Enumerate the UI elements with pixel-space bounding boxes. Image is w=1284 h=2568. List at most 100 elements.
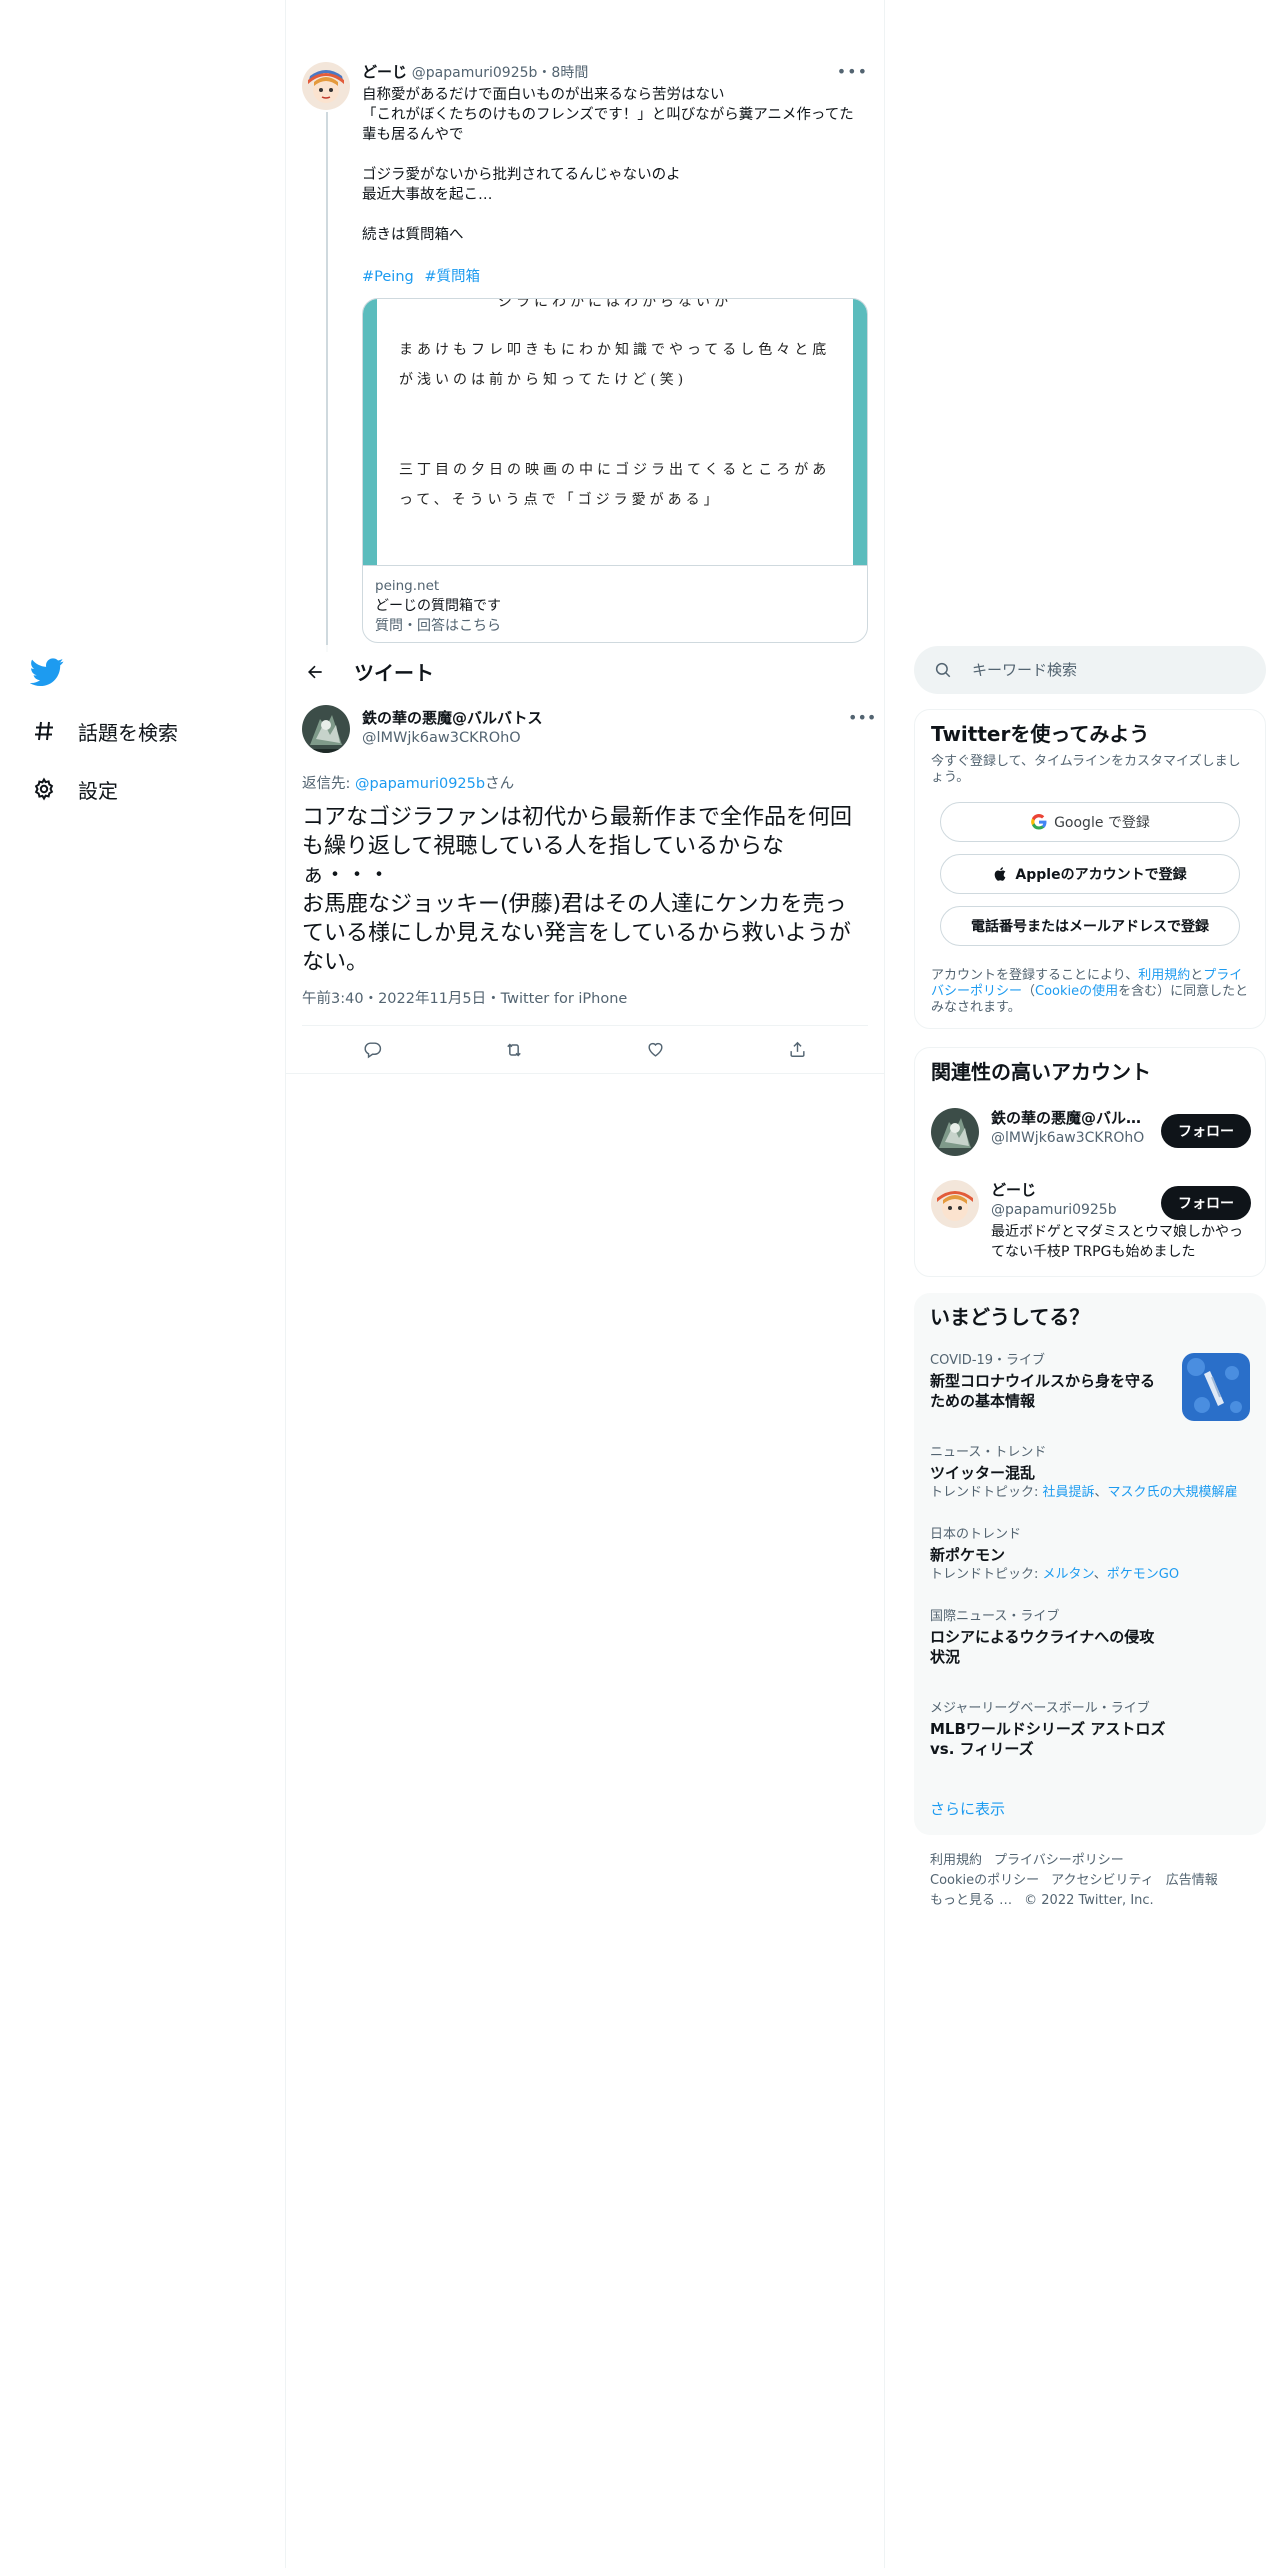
hashtags: #Peing #質問箱 [362,265,868,286]
footer-link[interactable]: Cookieのポリシー [930,1873,1039,1888]
footer-link[interactable]: 利用規約 [930,1853,982,1868]
link-card[interactable]: ジラにわかにはわからないか まあけもフレ叩きもにわか知識でやってるし色々と底が浅… [362,298,868,643]
trends-title: いまどうしてる？ [930,1305,1090,1329]
account-name[interactable]: 鉄の華の悪魔@バルバトス [991,1108,1151,1128]
card-image-paper: ジラにわかにはわからないか まあけもフレ叩きもにわか知識でやってるし色々と底が浅… [377,299,853,565]
footer-link[interactable]: 広告情報 [1166,1873,1218,1888]
more-icon[interactable]: ••• [848,708,876,727]
footer-link[interactable]: アクセシビリティ [1051,1873,1154,1888]
trend-name: 新型コロナウイルスから身を守るための基本情報 [930,1372,1156,1410]
trend-related: トレンドトピック: メルタン、ポケモンGO [930,1567,1180,1582]
follow-button[interactable]: フォロー [1161,1114,1251,1148]
retweet-icon[interactable] [497,1033,531,1067]
account-name[interactable]: どーじ [991,1180,1151,1200]
search-bar[interactable] [914,646,1266,694]
dot-separator: ・ [537,65,552,81]
nav-settings[interactable]: 設定 [30,769,118,809]
trend-related: トレンドトピック: 社員提訴、マスク氏の大規模解雇 [930,1485,1238,1500]
share-icon[interactable] [780,1033,814,1067]
trend-related-link[interactable]: マスク氏の大規模解雇 [1108,1485,1238,1500]
heart-icon[interactable] [639,1033,673,1067]
footer: 利用規約 プライバシーポリシー Cookieのポリシー アクセシビリティ 広告情報 も… [930,1851,1250,1911]
avatar[interactable] [302,62,350,110]
more-icon[interactable]: ••• [837,62,868,82]
nav-explore-label: 話題を検索 [78,720,178,745]
author-handle[interactable]: @lMWjk6aw3CKROhO [362,728,542,748]
trend-image[interactable] [1182,1353,1250,1421]
trend-item[interactable]: COVID-19・ライブ 新型コロナウイルスから身を守るための基本情報 [930,1353,1160,1411]
apple-signup-label: Appleのアカウントで登録 [1015,867,1187,883]
signup-subtitle: 今すぐ登録して、タイムラインをカスタマイズしましょう。 [931,754,1241,785]
trend-name: ツイッター混乱 [930,1464,1036,1482]
reply-icon[interactable] [356,1033,390,1067]
card-meta: peing.net どーじの質問箱です 質問・回答はこちら [363,565,867,642]
legal-text: と [1190,968,1204,983]
signup-panel: Twitterを使ってみよう 今すぐ登録して、タイムラインをカスタマイズしましょ… [914,709,1266,1029]
page-header: ツイート [286,645,884,698]
footer-link[interactable]: プライバシーポリシー [994,1853,1124,1868]
tweet-text: コアなゴジラファンは初代から最新作まで全作品を何回も繰り返して視聴している人を指… [302,805,853,975]
hashtag-link[interactable]: #質問箱 [424,269,480,285]
terms-link[interactable]: 利用規約 [1138,968,1190,983]
author-handle[interactable]: @papamuri0925b [412,65,538,81]
trends-panel: いまどうしてる？ COVID-19・ライブ 新型コロナウイルスから身を守るための… [914,1293,1266,1835]
trend-related-link[interactable]: メルタン [1043,1567,1094,1582]
cookie-link[interactable]: Cookieの使用 [1035,984,1118,999]
account-info: 鉄の華の悪魔@バルバトス @lMWjk6aw3CKROhO [991,1108,1151,1148]
author-name[interactable]: 鉄の華の悪魔@バルバトス [362,708,542,728]
tweet-time[interactable]: 午前3:40 [302,991,364,1007]
footer-link[interactable]: もっと見る … [930,1893,1012,1908]
phone-email-signup-label: 電話番号またはメールアドレスで登録 [971,919,1209,935]
nav-explore[interactable]: 話題を検索 [30,711,178,751]
google-icon [1030,813,1048,831]
tweet-source[interactable]: Twitter for iPhone [501,991,628,1007]
trend-related-link[interactable]: ポケモンGO [1107,1567,1179,1582]
parent-tweet[interactable]: どーじ @papamuri0925b・8時間 ••• 自称愛があるだけで面白いも… [362,62,868,286]
trend-context: COVID-19・ライブ [930,1353,1046,1368]
follow-button[interactable]: フォロー [1161,1186,1251,1220]
tweet-time[interactable]: 8時間 [551,65,588,81]
google-signup-label: Google で登録 [1054,815,1150,831]
trend-item[interactable]: 日本のトレンド 新ポケモン トレンドトピック: メルタン、ポケモンGO [930,1527,1250,1583]
focused-tweet-author[interactable]: 鉄の華の悪魔@バルバトス @lMWjk6aw3CKROhO [362,708,542,748]
account-item[interactable]: 鉄の華の悪魔@バルバトス @lMWjk6aw3CKROhO フォロー [931,1108,1251,1164]
search-icon [934,660,954,680]
search-input[interactable] [972,661,1252,679]
account-handle: @lMWjk6aw3CKROhO [991,1130,1145,1146]
trend-related-prefix: トレンドトピック: [930,1485,1043,1500]
card-title: どーじの質問箱です [375,598,501,614]
related-accounts-panel: 関連性の高いアカウント 鉄の華の悪魔@バルバトス @lMWjk6aw3CKROh… [914,1047,1266,1277]
trend-related-link[interactable]: 社員提訴 [1043,1485,1095,1500]
reply-mention-link[interactable]: @papamuri0925b [355,776,485,792]
account-item[interactable]: どーじ @papamuri0925b 最近ボドゲとマダミスとウマ娘しかやってない… [931,1180,1251,1270]
trend-item[interactable]: 国際ニュース・ライブ ロシアによるウクライナへの侵攻状況 [930,1609,1160,1667]
legal-text: （ [1022,984,1036,999]
reply-suffix: さん [485,776,515,792]
dot-separator: ・ [486,991,501,1007]
show-more-link[interactable]: さらに表示 [930,1798,1005,1819]
avatar[interactable] [931,1180,979,1228]
divider [286,1073,884,1074]
apple-signup-button[interactable]: Appleのアカウントで登録 [940,854,1240,894]
trend-name: ロシアによるウクライナへの侵攻状況 [930,1628,1155,1666]
trend-item[interactable]: メジャーリーグベースボール・ライブ MLBワールドシリーズ アストロズ vs. … [930,1701,1180,1759]
author-name[interactable]: どーじ [362,63,407,81]
trend-context: ニュース・トレンド [930,1445,1047,1460]
twitter-logo-icon[interactable] [29,655,66,691]
trend-item[interactable]: ニュース・トレンド ツイッター混乱 トレンドトピック: 社員提訴、マスク氏の大規… [930,1445,1250,1501]
google-signup-button[interactable]: Google で登録 [940,802,1240,842]
tweet-paragraph: 続きは質問箱へ [362,227,464,243]
hashtag-link[interactable]: #Peing [362,269,414,285]
apple-icon [993,866,1009,882]
tweet-actions [302,1026,868,1073]
page-title: ツイート [354,661,434,685]
avatar[interactable] [931,1108,979,1156]
nav-settings-label: 設定 [78,778,118,803]
hashtag-icon [30,717,58,745]
avatar[interactable] [302,705,350,753]
back-arrow-icon[interactable] [298,655,332,689]
tweet-date[interactable]: 2022年11月5日 [378,991,486,1007]
account-bio: 最近ボドゲとマダミスとウマ娘しかやってない千枝P TRPGも始めました [991,1224,1243,1260]
tweet-text: 自称愛があるだけで面白いものが出来るなら苦労はない 「これがぼくたちのけものフレ… [362,85,868,245]
phone-email-signup-button[interactable]: 電話番号またはメールアドレスで登録 [940,906,1240,946]
